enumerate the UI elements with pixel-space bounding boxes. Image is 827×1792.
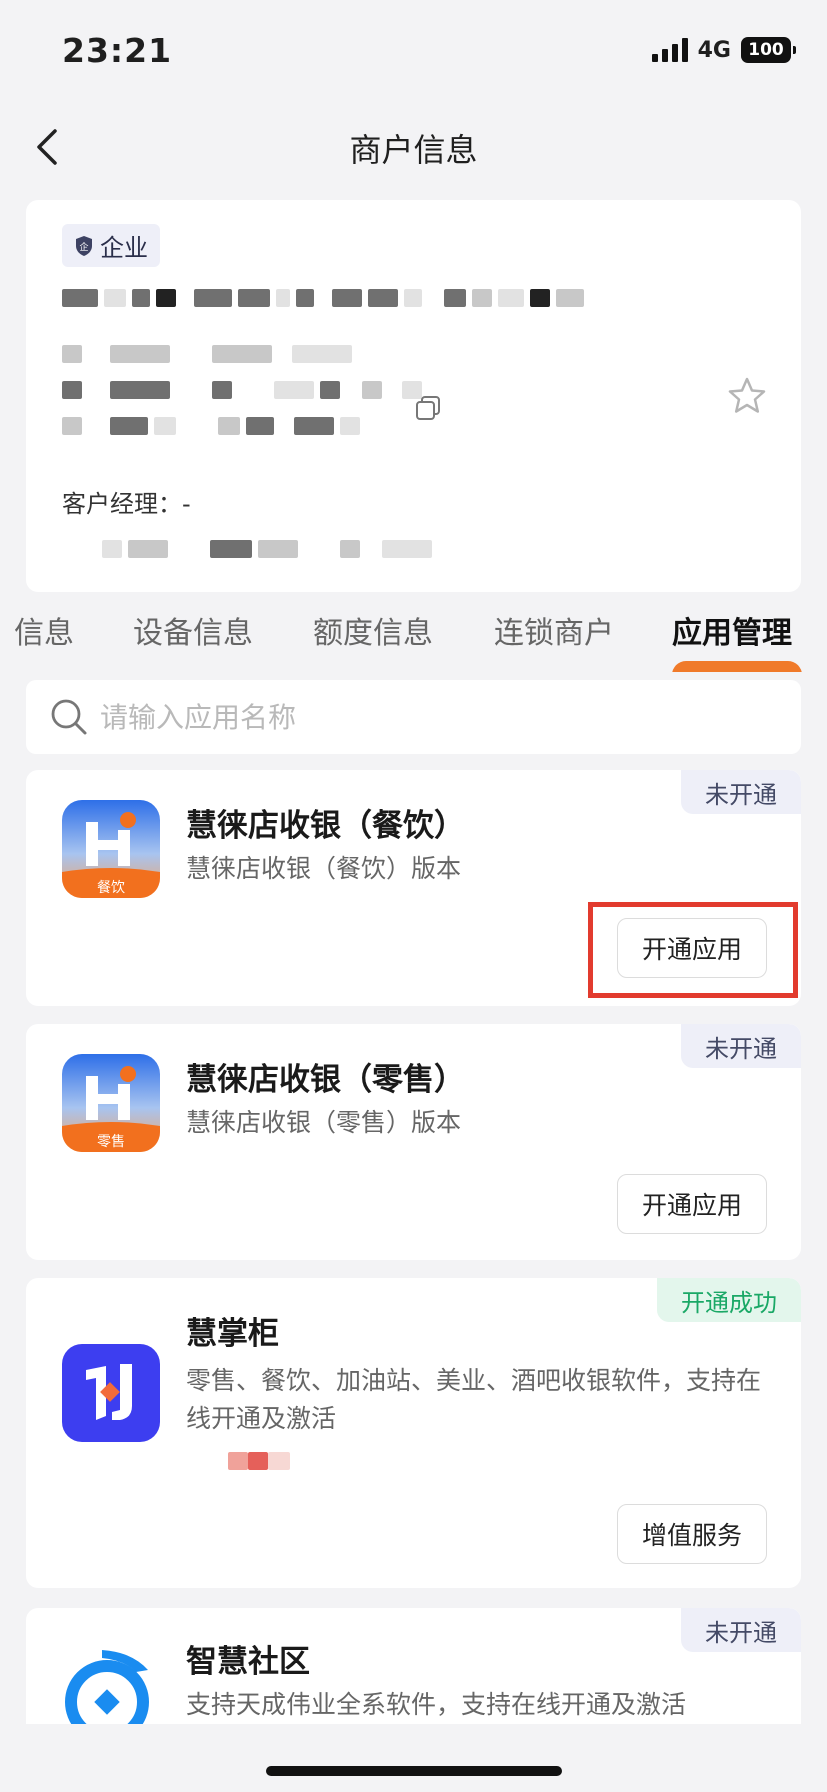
app-description: 零售、餐饮、加油站、美业、酒吧收银软件，支持在线开通及激活 (186, 1366, 762, 1433)
app-card-smart-community: 未开通 智慧社区 支持天成伟业全系软件，支持在线开通及激活 (26, 1608, 801, 1724)
battery-level: 100 (748, 40, 784, 60)
app-name: 慧掌柜 (186, 1316, 279, 1352)
app-description: 慧徕店收银（零售）版本 (186, 1108, 462, 1137)
star-icon[interactable] (727, 376, 767, 416)
status-badge: 未开通 (681, 770, 801, 814)
signal-icon (651, 38, 688, 62)
app-name: 慧徕店收银（餐饮） (186, 808, 465, 844)
status-indicators: 4G 100 (651, 37, 796, 63)
tab-app-management[interactable]: 应用管理 (672, 608, 792, 652)
highlight-annotation-box (588, 902, 798, 998)
tab-device-info[interactable]: 设备信息 (133, 608, 253, 652)
active-tab-indicator (672, 661, 802, 672)
huizhanggui-app-icon (62, 1344, 160, 1442)
app-description: 支持天成伟业全系软件，支持在线开通及激活 (186, 1690, 687, 1719)
status-badge: 未开通 (681, 1024, 801, 1068)
app-description: 慧徕店收银（餐饮）版本 (186, 854, 462, 883)
status-badge: 开通成功 (657, 1278, 801, 1322)
tab-info[interactable]: 信息 (14, 608, 74, 652)
merchant-name-redacted (62, 289, 765, 307)
huilaidian-catering-app-icon: 餐饮 (62, 800, 160, 898)
app-icon-label: 零售 (97, 1134, 125, 1150)
page-title: 商户信息 (349, 131, 478, 169)
network-type: 4G (697, 37, 731, 63)
copy-icon[interactable] (414, 394, 442, 422)
merchant-detail-redacted-1 (62, 345, 765, 363)
tab-chain-merchant[interactable]: 连锁商户 (494, 608, 614, 652)
merchant-card: 企 企业 客户经理：- (26, 200, 801, 592)
back-icon[interactable] (22, 122, 72, 172)
battery-icon: 100 (741, 37, 796, 63)
merchant-detail-redacted-4 (102, 540, 432, 558)
smart-community-app-icon (62, 1646, 160, 1724)
home-indicator (266, 1766, 562, 1776)
status-time: 23:21 (62, 30, 173, 70)
app-name: 慧徕店收银（零售） (186, 1062, 465, 1098)
app-card-huizhanggui: 开通成功 慧掌柜 零售、餐饮、加油站、美业、酒吧收银软件，支持在线开通及激活 增… (26, 1278, 801, 1588)
value-added-service-button[interactable]: 增值服务 (617, 1504, 767, 1564)
activate-app-button[interactable]: 开通应用 (617, 1174, 767, 1234)
nav-bar: 商户信息 (0, 100, 827, 196)
search-icon (51, 699, 87, 735)
status-bar: 23:21 4G 100 (0, 0, 827, 100)
account-manager: 客户经理：- (62, 490, 191, 518)
tab-bar: 信息 设备信息 额度信息 连锁商户 应用管理 (0, 596, 827, 672)
search-input[interactable] (100, 700, 700, 734)
shield-icon: 企 (76, 235, 92, 256)
huilaidian-retail-app-icon: 零售 (62, 1054, 160, 1152)
status-badge: 未开通 (681, 1608, 801, 1652)
app-name: 智慧社区 (186, 1644, 310, 1680)
app-card-retail: 未开通 零售 慧徕店收银（零售） 慧徕店收银（零售）版本 开通应用 (26, 1024, 801, 1260)
enterprise-tag-label: 企业 (100, 234, 148, 262)
svg-text:企: 企 (79, 241, 88, 253)
app-icon-label: 餐饮 (97, 880, 125, 896)
tab-quota-info[interactable]: 额度信息 (313, 608, 433, 652)
search-box[interactable] (26, 680, 801, 754)
redacted-info (228, 1452, 290, 1470)
enterprise-tag: 企 企业 (62, 224, 160, 267)
